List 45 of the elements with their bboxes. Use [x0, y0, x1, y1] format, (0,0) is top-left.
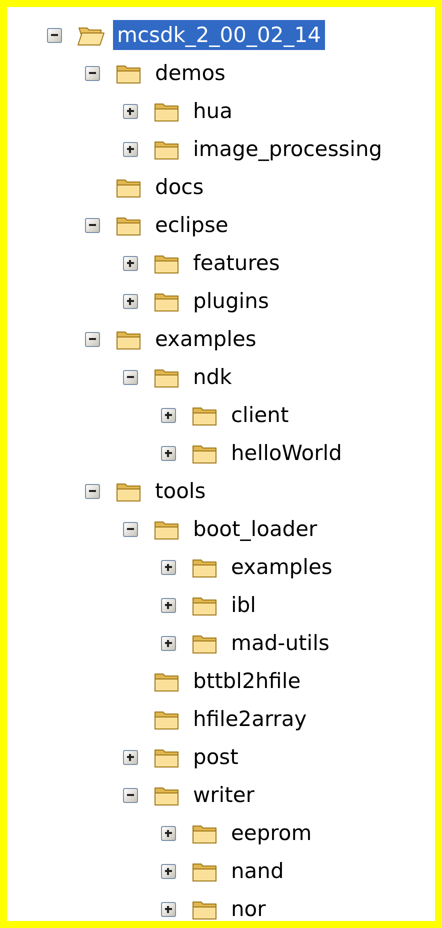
folder-label[interactable]: post [189, 742, 242, 772]
folder-label[interactable]: ibl [227, 590, 260, 620]
collapse-icon[interactable] [122, 522, 138, 536]
folder-label[interactable]: writer [189, 780, 258, 810]
folder-label[interactable]: examples [151, 324, 260, 354]
folder-label[interactable]: client [227, 400, 293, 430]
expand-icon[interactable] [122, 104, 138, 118]
collapse-icon[interactable] [122, 370, 138, 384]
folder-label[interactable]: features [189, 248, 284, 278]
folder-label[interactable]: examples [227, 552, 336, 582]
folder-label[interactable]: nor [227, 894, 270, 921]
folder-label[interactable]: hua [189, 96, 236, 126]
folder-label[interactable]: mcsdk_2_00_02_14 [113, 20, 325, 50]
expand-icon[interactable] [122, 750, 138, 764]
expand-icon[interactable] [160, 446, 176, 460]
expand-icon[interactable] [160, 560, 176, 574]
folder-label[interactable]: ndk [189, 362, 236, 392]
expand-icon[interactable] [160, 826, 176, 840]
collapse-icon[interactable] [46, 28, 62, 42]
folder-label[interactable]: eeprom [227, 818, 316, 848]
collapse-icon[interactable] [84, 332, 100, 346]
folder-label[interactable]: tools [151, 476, 210, 506]
folder-label[interactable]: docs [151, 172, 208, 202]
expand-icon[interactable] [160, 598, 176, 612]
expand-icon[interactable] [160, 636, 176, 650]
folder-label[interactable]: bttbl2hfile [189, 666, 305, 696]
folder-label[interactable]: image_processing [189, 134, 386, 164]
folder-label[interactable]: nand [227, 856, 288, 886]
collapse-icon[interactable] [84, 484, 100, 498]
expand-icon[interactable] [122, 294, 138, 308]
folder-label[interactable]: helloWorld [227, 438, 346, 468]
folder-label[interactable]: plugins [189, 286, 273, 316]
collapse-icon[interactable] [84, 66, 100, 80]
folder-label[interactable]: mad-utils [227, 628, 334, 658]
collapse-icon[interactable] [122, 788, 138, 802]
collapse-icon[interactable] [84, 218, 100, 232]
expand-icon[interactable] [122, 256, 138, 270]
folder-label[interactable]: hfile2array [189, 704, 311, 734]
expand-icon[interactable] [160, 408, 176, 422]
expand-icon[interactable] [160, 864, 176, 878]
folder-label[interactable]: eclipse [151, 210, 232, 240]
expand-icon[interactable] [122, 142, 138, 156]
folder-label[interactable]: demos [151, 58, 230, 88]
folder-label[interactable]: boot_loader [189, 514, 322, 544]
expand-icon[interactable] [160, 902, 176, 916]
